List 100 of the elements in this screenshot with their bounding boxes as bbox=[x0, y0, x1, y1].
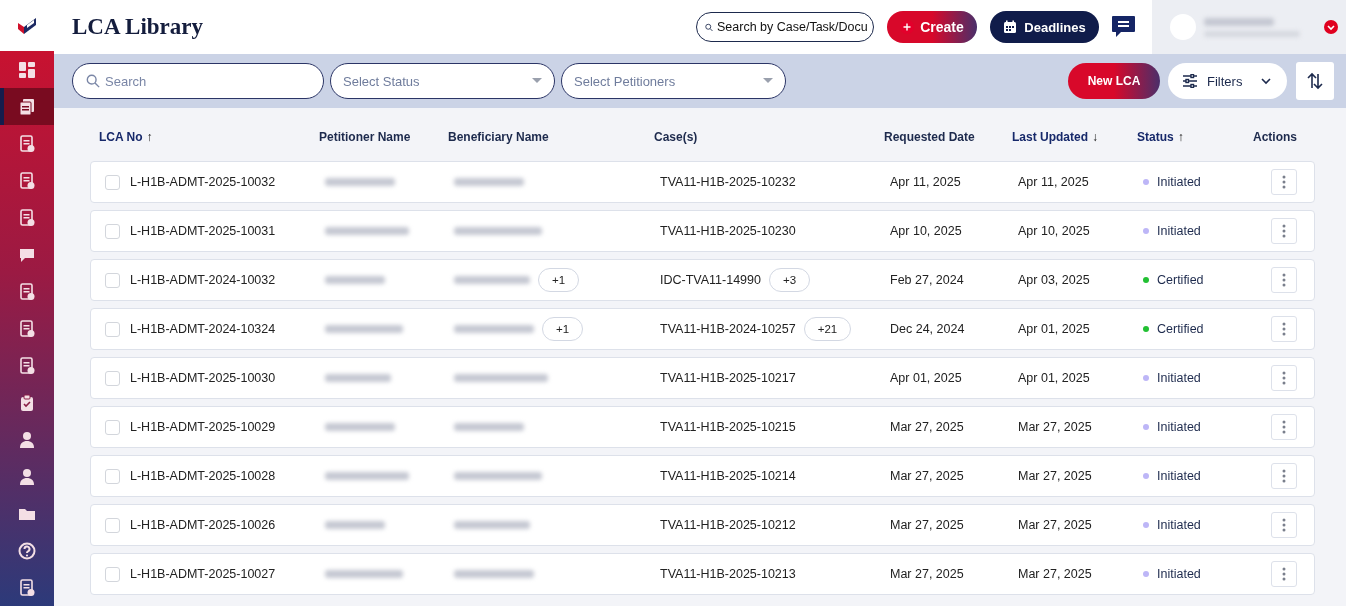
petitioner-select[interactable]: Select Petitioners bbox=[561, 63, 786, 99]
table-row[interactable]: L-H1B-ADMT-2025-10031 TVA11-H1B-2025-10230 Apr 10, 2025 Apr 10, 2025 Initiated bbox=[90, 210, 1315, 252]
blurred-text bbox=[325, 423, 395, 431]
status-text: Certified bbox=[1157, 322, 1204, 336]
search-icon bbox=[86, 74, 100, 88]
lca-number: L-H1B-ADMT-2025-10031 bbox=[130, 224, 276, 238]
table-row[interactable]: L-H1B-ADMT-2024-10324 +1 TVA11-H1B-2024-10257 +21 Dec 24, 2024 Apr 01, 2025 Certified bbox=[90, 308, 1315, 350]
chevron-icon bbox=[1261, 77, 1271, 85]
more-actions-button[interactable] bbox=[1270, 267, 1297, 293]
more-actions-button[interactable] bbox=[1270, 169, 1297, 195]
lca-number: L-H1B-ADMT-2024-10032 bbox=[130, 273, 276, 287]
filters-button[interactable]: Filters bbox=[1168, 63, 1287, 99]
caret-icon bbox=[763, 78, 773, 84]
chat-icon[interactable] bbox=[1111, 15, 1136, 39]
column-header[interactable]: Case(s) bbox=[654, 130, 698, 144]
case-number: TVA11-H1B-2024-10257 bbox=[660, 322, 796, 336]
column-header[interactable]: Beneficiary Name bbox=[448, 130, 549, 144]
sidebar-item[interactable] bbox=[0, 88, 54, 125]
table-row[interactable]: L-H1B-ADMT-2025-10029 TVA11-H1B-2025-10215 Mar 27, 2025 Mar 27, 2025 Initiated bbox=[90, 406, 1315, 448]
dashboard-icon bbox=[18, 60, 36, 79]
requested-date: Apr 11, 2025 bbox=[890, 175, 961, 189]
plus-icon bbox=[900, 20, 915, 34]
sort-button[interactable] bbox=[1296, 62, 1334, 100]
more-actions-button[interactable] bbox=[1270, 463, 1297, 489]
sort-arrow[interactable]: ↑ bbox=[1177, 130, 1184, 144]
case-number: TVA11-H1B-2025-10230 bbox=[660, 224, 796, 238]
checkbox[interactable] bbox=[105, 321, 120, 337]
documents-icon bbox=[18, 97, 36, 116]
checkbox[interactable] bbox=[105, 174, 120, 190]
case-number: TVA11-H1B-2025-10212 bbox=[660, 518, 796, 532]
blurred-text bbox=[325, 178, 395, 186]
more-actions-button[interactable] bbox=[1270, 561, 1297, 587]
blurred-text bbox=[325, 374, 391, 382]
checkbox[interactable] bbox=[105, 517, 120, 533]
blurred-text bbox=[325, 521, 385, 529]
more-actions-button[interactable] bbox=[1270, 414, 1297, 440]
column-header[interactable]: Status bbox=[1137, 130, 1174, 144]
search-field[interactable]: Search bbox=[72, 63, 324, 99]
requested-date: Mar 27, 2025 bbox=[890, 469, 964, 483]
lca-number: L-H1B-ADMT-2025-10028 bbox=[130, 469, 276, 483]
status-text: Certified bbox=[1157, 273, 1204, 287]
user-menu[interactable] bbox=[1152, 0, 1346, 54]
case-number: TVA11-H1B-2025-10214 bbox=[660, 469, 796, 483]
updated-date: Apr 11, 2025 bbox=[1018, 175, 1089, 189]
updated-date: Apr 03, 2025 bbox=[1018, 273, 1090, 287]
lca-number: L-H1B-ADMT-2025-10029 bbox=[130, 420, 276, 434]
status-select[interactable]: Select Status bbox=[330, 63, 555, 99]
lca-number: L-H1B-ADMT-2024-10324 bbox=[130, 322, 276, 336]
table-row[interactable]: L-H1B-ADMT-2025-10030 TVA11-H1B-2025-10217 Apr 01, 2025 Apr 01, 2025 Initiated bbox=[90, 357, 1315, 399]
status-text: Initiated bbox=[1157, 175, 1201, 189]
more-icon bbox=[1281, 322, 1286, 336]
user-icon bbox=[18, 467, 36, 486]
create-button[interactable]: Create bbox=[887, 11, 977, 43]
more-actions-button[interactable] bbox=[1270, 316, 1297, 342]
deadlines-button[interactable]: Deadlines bbox=[990, 11, 1099, 43]
help-icon bbox=[18, 541, 36, 560]
more-actions-button[interactable] bbox=[1270, 512, 1297, 538]
checkbox[interactable] bbox=[105, 370, 120, 386]
checkbox[interactable] bbox=[105, 419, 120, 435]
column-header[interactable]: Actions bbox=[1253, 130, 1297, 144]
more-icon bbox=[1281, 371, 1286, 385]
logo-icon bbox=[17, 15, 37, 36]
table-row[interactable]: L-H1B-ADMT-2024-10032 +1 IDC-TVA11-14990 +3 Feb 27, 2024 Apr 03, 2025 Certified bbox=[90, 259, 1315, 301]
new-lca-button[interactable]: New LCA bbox=[1068, 63, 1160, 99]
requested-date: Mar 27, 2025 bbox=[890, 567, 964, 581]
column-header[interactable]: Requested Date bbox=[884, 130, 975, 144]
case-number: TVA11-H1B-2025-10213 bbox=[660, 567, 796, 581]
sort-arrow[interactable]: ↓ bbox=[1092, 130, 1098, 144]
sliders-icon bbox=[1182, 74, 1198, 88]
requested-date: Mar 27, 2025 bbox=[890, 518, 964, 532]
table-row[interactable]: L-H1B-ADMT-2025-10028 TVA11-H1B-2025-10214 Mar 27, 2025 Mar 27, 2025 Initiated bbox=[90, 455, 1315, 497]
sort-arrow[interactable]: ↑ bbox=[146, 130, 153, 144]
sort-arrows-icon bbox=[1306, 72, 1324, 90]
checkbox[interactable] bbox=[105, 272, 120, 288]
blurred-text bbox=[454, 423, 524, 431]
updated-date: Mar 27, 2025 bbox=[1018, 567, 1092, 581]
checkbox[interactable] bbox=[105, 566, 120, 582]
case-number: TVA11-H1B-2025-10217 bbox=[660, 371, 796, 385]
status-text: Initiated bbox=[1157, 567, 1201, 581]
page-title: LCA Library bbox=[72, 14, 204, 40]
status-text: Initiated bbox=[1157, 420, 1201, 434]
table-row[interactable]: L-H1B-ADMT-2025-10032 TVA11-H1B-2025-10232 Apr 11, 2025 Apr 11, 2025 Initiated bbox=[90, 161, 1315, 203]
requested-date: Feb 27, 2024 bbox=[890, 273, 964, 287]
more-actions-button[interactable] bbox=[1270, 218, 1297, 244]
lca-number: L-H1B-ADMT-2025-10032 bbox=[130, 175, 276, 189]
column-header[interactable]: Petitioner Name bbox=[319, 130, 411, 144]
column-header[interactable]: LCA No bbox=[99, 130, 143, 144]
more-icon bbox=[1281, 224, 1286, 238]
document-check-icon bbox=[18, 208, 36, 227]
column-header[interactable]: Last Updated bbox=[1012, 130, 1088, 144]
table-row[interactable]: L-H1B-ADMT-2025-10026 TVA11-H1B-2025-10212 Mar 27, 2025 Mar 27, 2025 Initiated bbox=[90, 504, 1315, 546]
updated-date: Mar 27, 2025 bbox=[1018, 420, 1092, 434]
checkbox[interactable] bbox=[105, 468, 120, 484]
table-row[interactable]: L-H1B-ADMT-2025-10027 TVA11-H1B-2025-10213 Mar 27, 2025 Mar 27, 2025 Initiated bbox=[90, 553, 1315, 595]
checkbox[interactable] bbox=[105, 223, 120, 239]
document-check-icon bbox=[18, 134, 36, 153]
user-icon bbox=[18, 430, 36, 449]
more-actions-button[interactable] bbox=[1270, 365, 1297, 391]
search-input[interactable]: Search by Case/Task/Docu bbox=[717, 20, 867, 34]
updated-date: Apr 10, 2025 bbox=[1018, 224, 1090, 238]
